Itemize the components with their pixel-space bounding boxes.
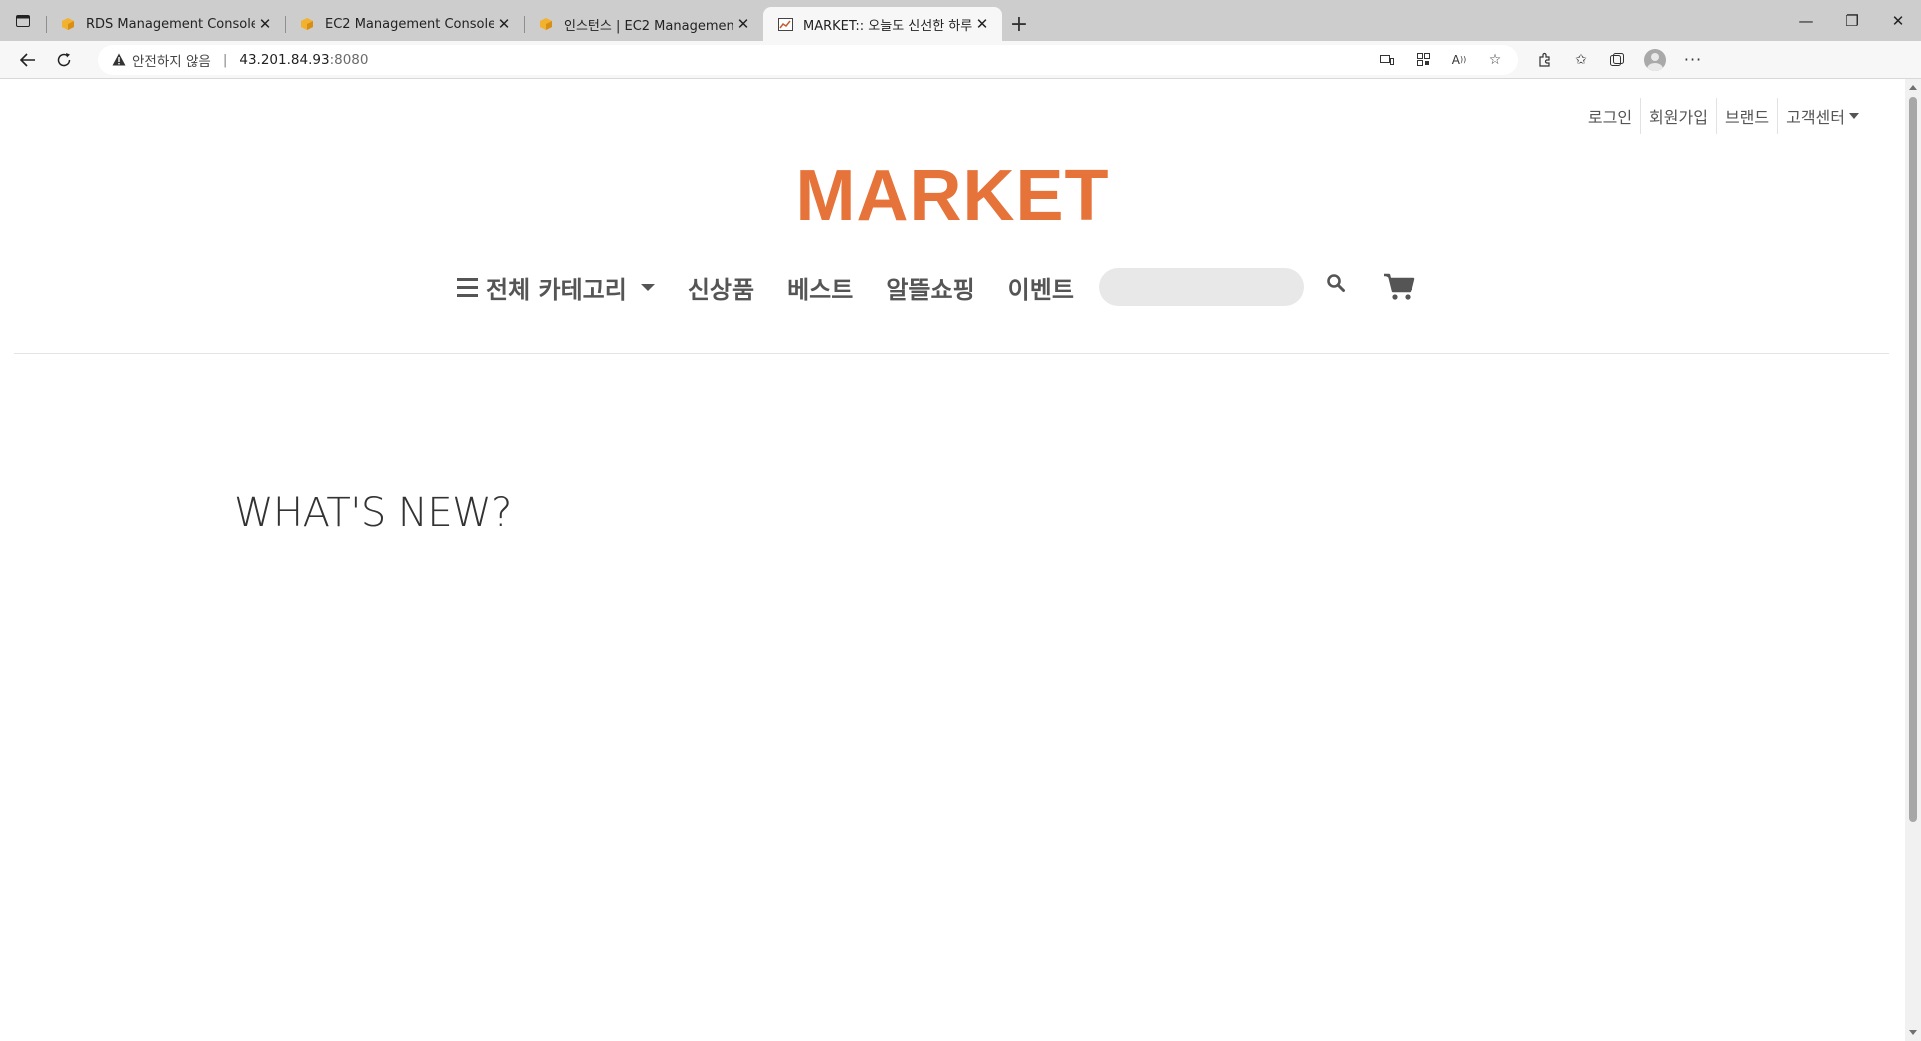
profile-avatar[interactable] — [1644, 48, 1666, 71]
qr-code-icon[interactable] — [1414, 51, 1432, 69]
close-window-icon[interactable]: ✕ — [1875, 12, 1921, 30]
all-categories-menu[interactable]: 전체 카테고리 — [457, 270, 655, 305]
url-divider: | — [222, 51, 228, 68]
add-favorite-icon[interactable]: ☆ — [1486, 51, 1504, 69]
url-host: 43.201.84.93 — [239, 51, 330, 68]
nav-best[interactable]: 베스트 — [787, 270, 853, 305]
read-aloud-icon[interactable]: A)) — [1450, 51, 1468, 69]
market-favicon-icon — [777, 16, 793, 32]
caret-down-icon — [640, 283, 655, 291]
nav-new-products[interactable]: 신상품 — [688, 270, 754, 305]
collections-icon[interactable] — [1608, 51, 1626, 69]
warning-icon — [112, 53, 126, 66]
url-tools: A)) ☆ — [1378, 51, 1518, 69]
login-link[interactable]: 로그인 — [1580, 104, 1640, 128]
more-options-icon[interactable]: ··· — [1684, 50, 1702, 69]
caret-down-icon — [1849, 113, 1859, 119]
extensions-icon[interactable] — [1536, 51, 1554, 69]
tab-title: 인스턴스 | EC2 Management Con — [564, 18, 733, 34]
global-nav: 전체 카테고리 신상품 베스트 알뜰쇼핑 이벤트 — [457, 262, 1416, 312]
tab-title: EC2 Management Console — [325, 16, 494, 32]
aws-cube-icon — [60, 16, 76, 32]
nav-bargain-shopping[interactable]: 알뜰쇼핑 — [886, 270, 974, 305]
back-arrow-icon — [20, 52, 35, 67]
utility-nav: 로그인 회원가입 브랜드 고객센터 — [1580, 98, 1867, 134]
app-available-icon[interactable] — [1378, 51, 1396, 69]
page-scrollbar[interactable] — [1905, 79, 1921, 1041]
search-icon — [1327, 274, 1345, 292]
browser-tab-bar: RDS Management Console ✕ EC2 Management … — [0, 0, 1921, 41]
tab-close-icon[interactable]: ✕ — [494, 15, 514, 33]
browser-toolbar: ✩ ··· — [1536, 48, 1702, 71]
tab-separator — [524, 16, 525, 33]
security-warning-text: 안전하지 않음 — [132, 53, 211, 70]
hamburger-menu-icon — [457, 277, 478, 297]
brand-link[interactable]: 브랜드 — [1717, 104, 1777, 128]
tab-separator — [46, 16, 47, 33]
scroll-up-icon[interactable] — [1909, 85, 1917, 90]
whats-new-title: WHAT'S NEW? — [234, 490, 512, 536]
market-logo[interactable]: MARKET — [0, 155, 1905, 237]
url-port: :8080 — [329, 51, 369, 68]
restore-icon[interactable]: ❐ — [1829, 12, 1875, 30]
tab-close-icon[interactable]: ✕ — [255, 15, 275, 33]
new-tab-button[interactable]: + — [1002, 7, 1036, 41]
shopping-cart-icon — [1383, 273, 1415, 300]
minimize-icon[interactable]: — — [1783, 12, 1829, 30]
aws-cube-icon — [299, 16, 315, 32]
header-divider — [14, 353, 1889, 354]
favorites-icon[interactable]: ✩ — [1572, 51, 1590, 69]
aws-cube-icon — [538, 16, 554, 32]
tab-close-icon[interactable]: ✕ — [972, 15, 992, 33]
tab-rds-console[interactable]: RDS Management Console ✕ — [46, 7, 285, 41]
refresh-icon — [57, 52, 71, 66]
scroll-thumb[interactable] — [1909, 97, 1917, 822]
tab-ec2-instances[interactable]: 인스턴스 | EC2 Management Con ✕ — [524, 7, 763, 41]
tab-actions-button[interactable] — [0, 0, 46, 41]
nav-events[interactable]: 이벤트 — [1008, 270, 1074, 305]
market-page: 로그인 회원가입 브랜드 고객센터 MARKET 전체 카테고리 신상품 베스트… — [0, 79, 1905, 1041]
tab-market[interactable]: MARKET:: 오늘도 신선한 하루 ✕ — [763, 7, 1002, 41]
customer-center-link[interactable]: 고객센터 — [1778, 104, 1867, 128]
tab-close-icon[interactable]: ✕ — [733, 15, 753, 33]
search-button[interactable] — [1324, 271, 1348, 295]
refresh-button[interactable] — [46, 42, 82, 78]
tab-separator — [285, 16, 286, 33]
tab-actions-icon — [16, 14, 30, 27]
search-input[interactable] — [1098, 268, 1304, 306]
tab-title: RDS Management Console — [86, 16, 255, 32]
back-button[interactable] — [10, 42, 46, 78]
window-controls: — ❐ ✕ — [1783, 0, 1921, 41]
tab-ec2-console[interactable]: EC2 Management Console ✕ — [285, 7, 524, 41]
signup-link[interactable]: 회원가입 — [1641, 104, 1716, 128]
address-bar: 안전하지 않음 | 43.201.84.93:8080 A)) ☆ ✩ ··· — [0, 41, 1921, 79]
security-warning[interactable]: 안전하지 않음 — [112, 50, 211, 70]
url-field[interactable]: 안전하지 않음 | 43.201.84.93:8080 A)) ☆ — [98, 44, 1518, 75]
all-categories-label: 전체 카테고리 — [486, 275, 627, 304]
tab-title: MARKET:: 오늘도 신선한 하루 — [803, 18, 972, 34]
scroll-down-icon[interactable] — [1909, 1030, 1917, 1035]
customer-center-label: 고객센터 — [1786, 108, 1845, 127]
cart-button[interactable] — [1382, 272, 1416, 302]
